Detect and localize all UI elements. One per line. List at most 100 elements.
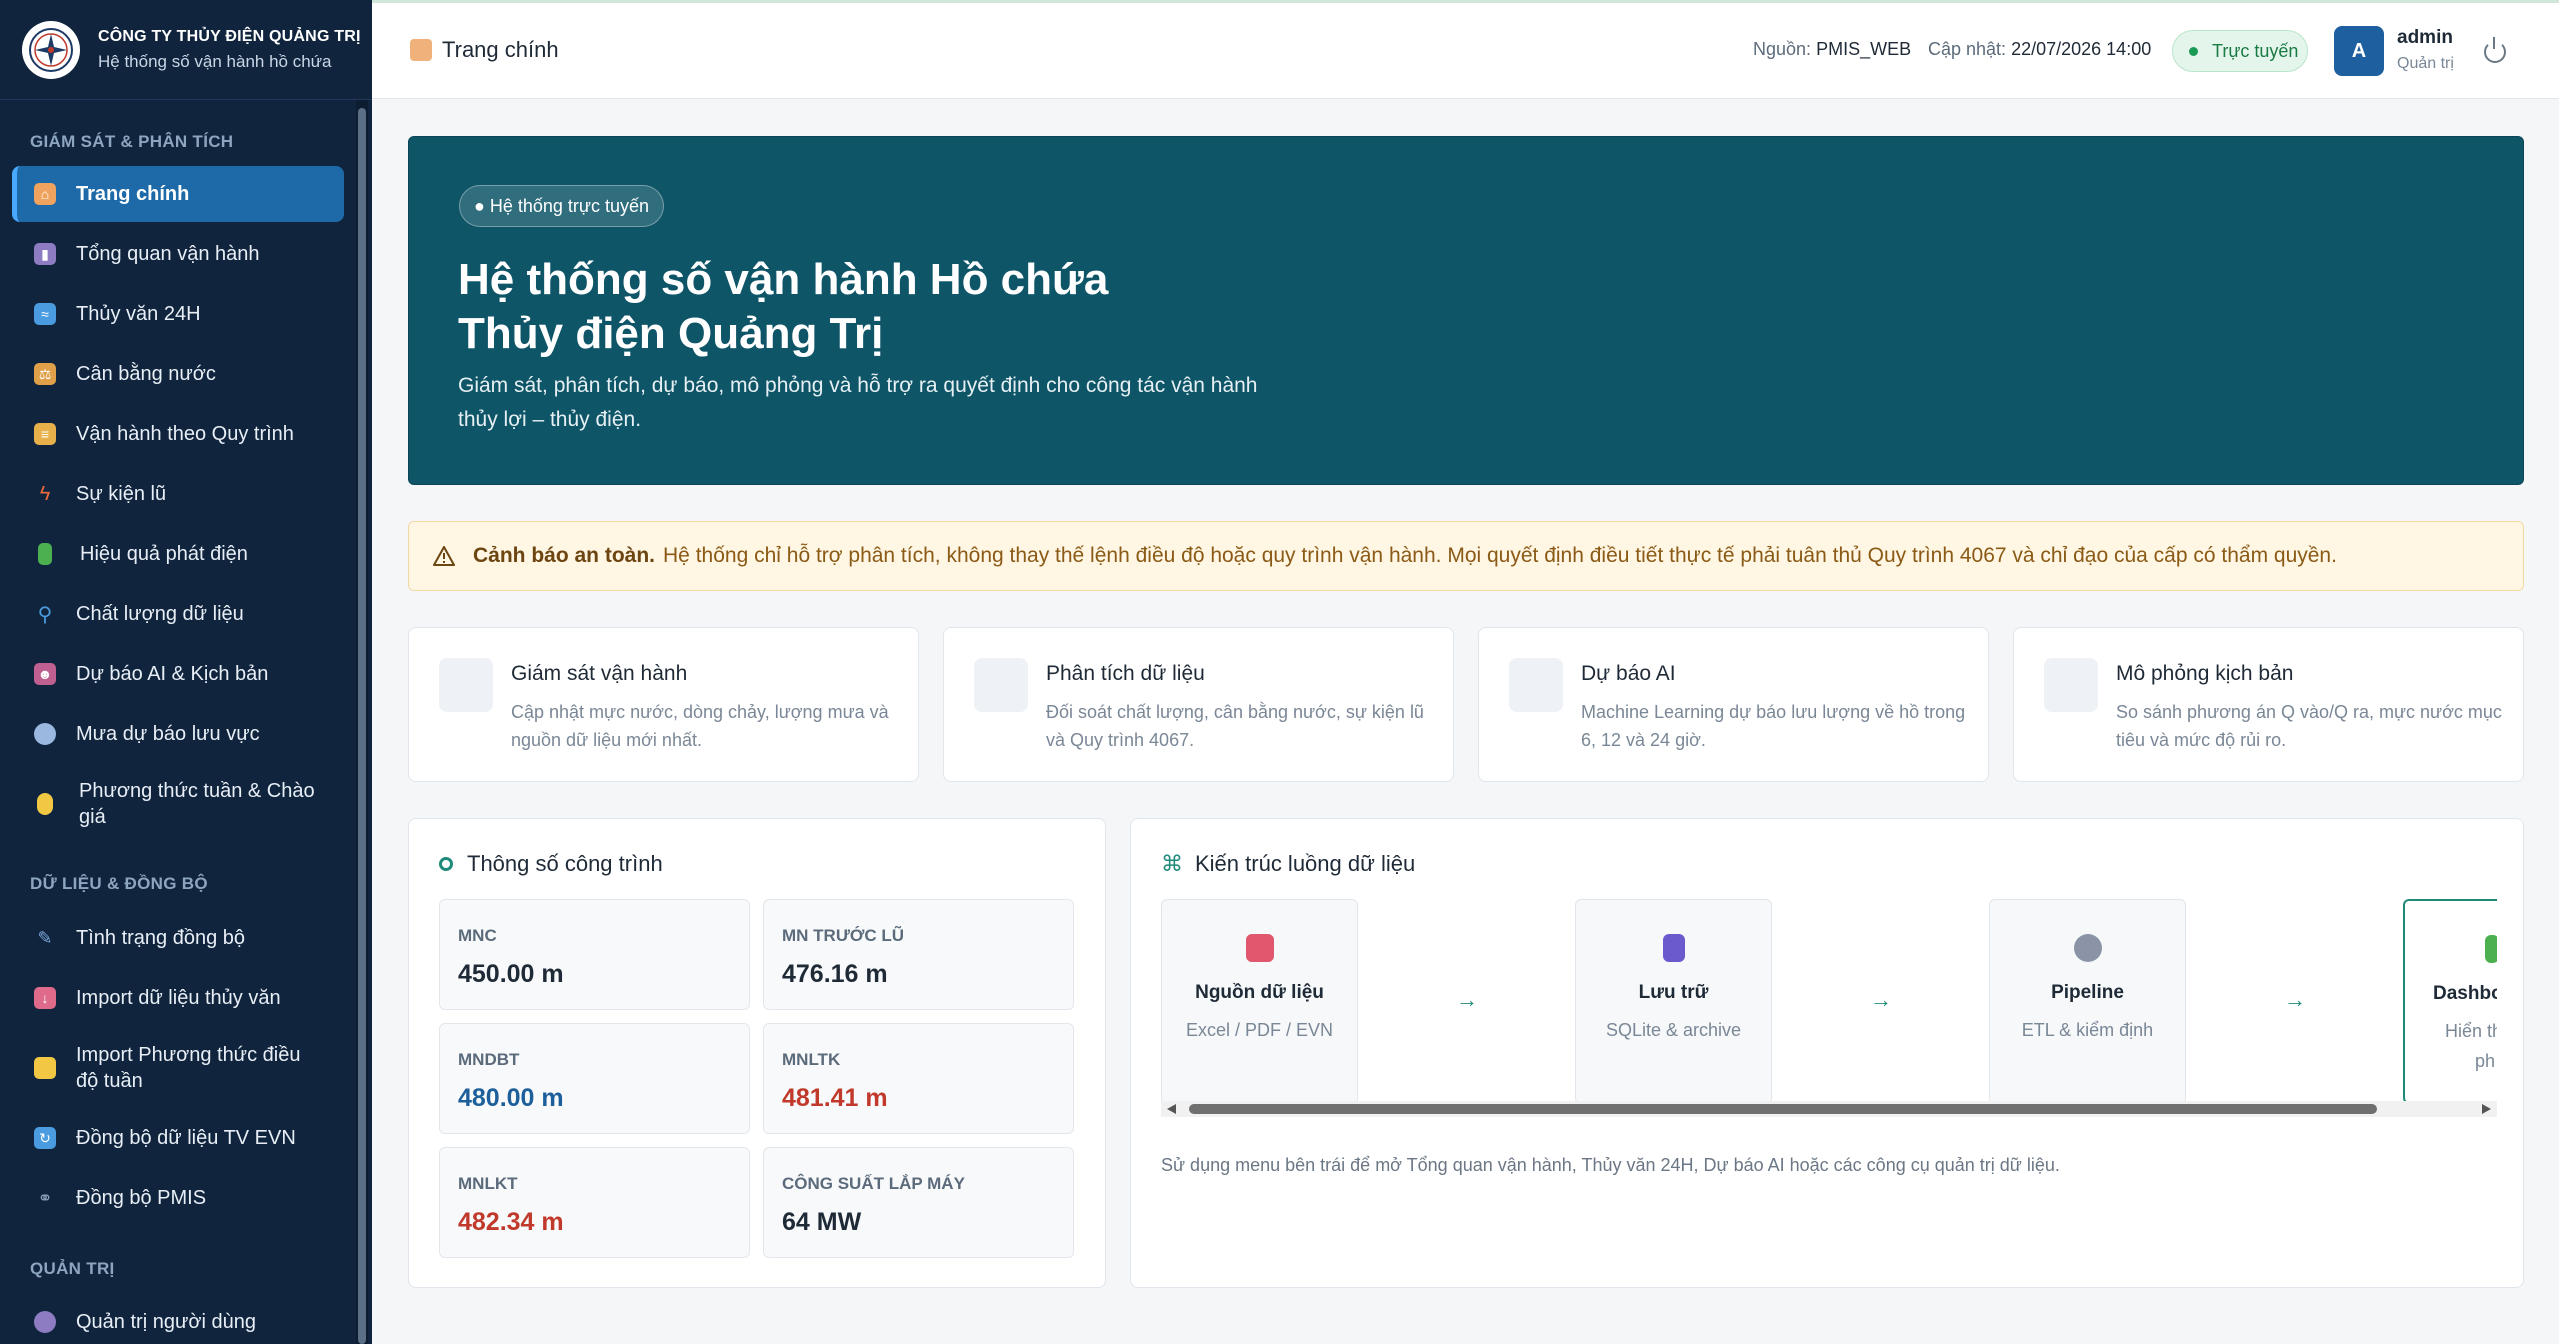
sidebar-item-label: Vận hành theo Quy trình bbox=[76, 423, 294, 445]
battery-icon bbox=[2485, 935, 2497, 963]
feature-title: Mô phỏng kịch bản bbox=[2116, 662, 2294, 685]
home-icon bbox=[410, 39, 432, 61]
sidebar-item-label: Chất lượng dữ liệu bbox=[76, 603, 244, 625]
flow-step-pipeline: Pipeline ETL & kiểm định bbox=[1989, 899, 2186, 1104]
scroll-left-icon[interactable] bbox=[1167, 1104, 1176, 1114]
magnifier-icon: ⚲ bbox=[37, 603, 53, 626]
last-updated: Cập nhật: 22/07/2026 14:00 bbox=[1928, 39, 2152, 59]
bar-chart-icon: ▮ bbox=[34, 243, 56, 265]
sidebar-item-label: Quản trị người dùng bbox=[76, 1311, 256, 1333]
sidebar-item-overview[interactable]: ▮ Tổng quan vận hành bbox=[12, 226, 344, 282]
user-role: Quản trị bbox=[2397, 55, 2454, 72]
sidebar-item-label: Import dữ liệu thủy văn bbox=[76, 987, 281, 1009]
sidebar-item-hydrology-24h[interactable]: ≈ Thủy văn 24H bbox=[12, 286, 344, 342]
specs-title: Thông số công trình bbox=[439, 851, 663, 877]
sidebar-item-data-quality[interactable]: ⚲ Chất lượng dữ liệu bbox=[12, 586, 344, 642]
flow-step-storage: Lưu trữ SQLite & archive bbox=[1575, 899, 1772, 1104]
sidebar-scroll-thumb[interactable] bbox=[358, 108, 366, 1344]
spec-installed-capacity: CÔNG SUẤT LẮP MÁY 64 MW bbox=[763, 1147, 1074, 1258]
sidebar-item-flood-events[interactable]: ϟ Sự kiện lũ bbox=[12, 466, 344, 522]
hero-banner: ● Hệ thống trực tuyến Hệ thống số vận hà… bbox=[408, 136, 2524, 485]
brand-header[interactable]: CÔNG TY THỦY ĐIỆN QUẢNG TRỊ Hệ thống số … bbox=[0, 0, 372, 100]
sidebar-item-import-hydrology[interactable]: ↓ Import dữ liệu thủy văn bbox=[12, 970, 344, 1026]
wave-icon: ≈ bbox=[34, 303, 56, 325]
feature-title: Phân tích dữ liệu bbox=[1046, 662, 1205, 685]
scroll-thumb[interactable] bbox=[1189, 1104, 2377, 1114]
feature-card-monitoring[interactable]: Giám sát vận hành Cập nhật mực nước, dòn… bbox=[408, 627, 919, 782]
sidebar-item-home[interactable]: ⌂ Trang chính bbox=[12, 166, 344, 222]
arrow-icon: → bbox=[1456, 987, 1478, 1012]
spec-pre-flood-level: MN TRƯỚC LŨ 476.16 m bbox=[763, 899, 1074, 1010]
feature-card-ai-forecast[interactable]: Dự báo AI Machine Learning dự báo lưu lư… bbox=[1478, 627, 1989, 782]
target-icon bbox=[439, 857, 453, 871]
sidebar-item-label: Mưa dự báo lưu vực bbox=[76, 723, 260, 745]
flow-step-dashboard: Dashbo Hiển th ph bbox=[2403, 899, 2497, 1104]
folder-icon bbox=[34, 1057, 56, 1079]
feature-desc: Cập nhật mực nước, dòng chảy, lượng mưa … bbox=[511, 702, 889, 750]
section-monitoring: GIÁM SÁT & PHÂN TÍCH bbox=[30, 132, 234, 151]
company-subtitle: Hệ thống số vận hành hồ chứa bbox=[98, 51, 332, 71]
logout-power-icon[interactable] bbox=[2484, 37, 2506, 63]
flow-scroll-area[interactable]: Nguồn dữ liệu Excel / PDF / EVN → Lưu tr… bbox=[1131, 819, 2497, 1119]
spec-mndbt: MNDBT 480.00 m bbox=[439, 1023, 750, 1134]
arrow-icon: → bbox=[2284, 987, 2306, 1012]
sidebar-item-ai-forecast[interactable]: ☻ Dự báo AI & Kịch bản bbox=[12, 646, 344, 702]
sidebar-item-label: Sự kiện lũ bbox=[76, 483, 167, 505]
sidebar-item-water-balance[interactable]: ⚖ Cân bằng nước bbox=[12, 346, 344, 402]
feature-card-simulation[interactable]: Mô phỏng kịch bản So sánh phương án Q và… bbox=[2013, 627, 2524, 782]
sidebar-item-label: Đồng bộ PMIS bbox=[76, 1187, 207, 1209]
sidebar-item-label: Trang chính bbox=[76, 183, 190, 205]
sidebar-item-label: Cân bằng nước bbox=[76, 363, 216, 385]
breadcrumb-label: Trang chính bbox=[442, 37, 559, 62]
user-name[interactable]: admin bbox=[2397, 27, 2453, 49]
data-source-value: PMIS_WEB bbox=[1816, 39, 1912, 59]
test-tube-icon bbox=[2044, 658, 2098, 712]
breadcrumb[interactable]: Trang chính bbox=[410, 37, 559, 63]
company-logo bbox=[22, 20, 80, 79]
feature-title: Giám sát vận hành bbox=[511, 662, 688, 685]
robot-icon bbox=[1509, 658, 1563, 712]
sidebar-item-label: Import Phương thức điều độ tuần bbox=[76, 1044, 301, 1092]
sidebar-item-procedure[interactable]: ≡ Vận hành theo Quy trình bbox=[12, 406, 344, 462]
battery-icon bbox=[38, 543, 52, 565]
refresh-icon: ↻ bbox=[34, 1127, 56, 1149]
scroll-right-icon[interactable] bbox=[2482, 1104, 2491, 1114]
specs-panel: Thông số công trình MNC 450.00 m MN TRƯỚ… bbox=[408, 818, 1106, 1288]
sidebar-item-label: Dự báo AI & Kịch bản bbox=[76, 663, 269, 685]
sidebar-item-user-admin[interactable]: Quản trị người dùng bbox=[12, 1294, 344, 1344]
sidebar-item-sync-status[interactable]: ✎ Tình trạng đồng bộ bbox=[12, 910, 344, 966]
sidebar-item-sync-evn[interactable]: ↻ Đồng bộ dữ liệu TV EVN bbox=[12, 1110, 344, 1166]
sidebar: CÔNG TY THỦY ĐIỆN QUẢNG TRỊ Hệ thống số … bbox=[0, 0, 372, 1344]
feature-desc: Machine Learning dự báo lưu lượng về hồ … bbox=[1581, 702, 1966, 750]
flow-horizontal-scrollbar[interactable] bbox=[1161, 1101, 2497, 1117]
magnifier-icon bbox=[974, 658, 1028, 712]
top-header: Trang chính Nguồn: PMIS_WEB Cập nhật: 22… bbox=[372, 3, 2559, 99]
sidebar-item-label: Tình trạng đồng bộ bbox=[76, 927, 246, 949]
lightbulb-icon bbox=[37, 793, 53, 815]
company-name: CÔNG TY THỦY ĐIỆN QUẢNG TRỊ bbox=[98, 27, 361, 45]
warning-icon bbox=[433, 546, 455, 566]
sidebar-item-weekly-bidding[interactable]: Phương thức tuần & Chào giá bbox=[12, 772, 344, 836]
sidebar-item-sync-pmis[interactable]: ⚭ Đồng bộ PMIS bbox=[12, 1170, 344, 1226]
sidebar-item-label: Thủy văn 24H bbox=[76, 303, 201, 325]
database-icon bbox=[1663, 934, 1685, 962]
scroll-icon: ≡ bbox=[34, 423, 56, 445]
arrow-icon: → bbox=[1870, 987, 1892, 1012]
cloud-rain-icon bbox=[34, 723, 56, 745]
flow-step-source: Nguồn dữ liệu Excel / PDF / EVN bbox=[1161, 899, 1358, 1104]
sidebar-item-basin-rain[interactable]: Mưa dự báo lưu vực bbox=[12, 706, 344, 762]
robot-icon: ☻ bbox=[34, 663, 56, 685]
sidebar-item-label: Tổng quan vận hành bbox=[76, 243, 260, 265]
status-dot-icon bbox=[2189, 46, 2198, 56]
feature-card-analysis[interactable]: Phân tích dữ liệu Đối soát chất lượng, c… bbox=[943, 627, 1454, 782]
syringe-icon bbox=[439, 658, 493, 712]
home-icon: ⌂ bbox=[34, 183, 56, 205]
avatar[interactable]: A bbox=[2334, 26, 2384, 76]
gear-icon bbox=[2074, 934, 2102, 962]
sidebar-item-power-efficiency[interactable]: Hiệu quả phát điện bbox=[12, 526, 344, 582]
spec-mnlkt: MNLKT 482.34 m bbox=[439, 1147, 750, 1258]
scale-icon: ⚖ bbox=[34, 363, 56, 385]
feature-desc: So sánh phương án Q vào/Q ra, mực nước m… bbox=[2116, 702, 2502, 750]
syringe-icon: ✎ bbox=[37, 927, 53, 948]
sidebar-item-import-weekly-dispatch[interactable]: Import Phương thức điều độ tuần bbox=[12, 1036, 344, 1100]
